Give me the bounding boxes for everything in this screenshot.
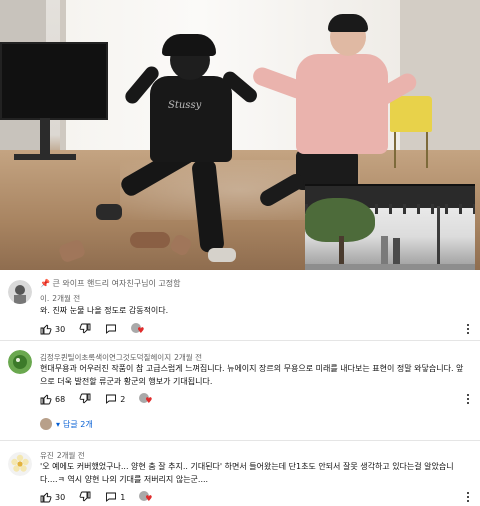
creator-heart-icon: ♥ bbox=[131, 323, 145, 335]
thumbs-up-icon[interactable] bbox=[40, 323, 52, 335]
thumbs-down-icon[interactable] bbox=[79, 393, 91, 405]
comment-actions: 30 1 ♥ bbox=[40, 490, 153, 504]
creator-heart-icon: ♥ bbox=[139, 393, 153, 405]
hoodie-logo: Stussy bbox=[168, 100, 202, 111]
chevron-down-icon: ▾ bbox=[56, 419, 61, 429]
reply-icon[interactable] bbox=[105, 491, 117, 503]
video-player[interactable]: Stussy bbox=[0, 0, 480, 270]
like-count: 30 bbox=[55, 324, 66, 334]
avatar[interactable] bbox=[8, 280, 32, 304]
reply-count: 1 bbox=[120, 492, 126, 502]
more-vert-icon[interactable] bbox=[464, 323, 472, 335]
person-figure bbox=[381, 236, 388, 264]
divider bbox=[0, 440, 480, 441]
avatar[interactable] bbox=[8, 350, 32, 374]
comment-author[interactable]: 이. bbox=[40, 294, 49, 303]
more-vert-icon[interactable] bbox=[464, 393, 472, 405]
avatar[interactable] bbox=[8, 452, 32, 476]
comment-actions: 68 2 ♥ bbox=[40, 392, 153, 406]
like-count: 30 bbox=[55, 492, 66, 502]
creator-heart-icon: ♥ bbox=[139, 491, 153, 503]
pinned-label: 📌 큰 와이프 핸드리 여자친구님이 고정함 bbox=[40, 279, 181, 288]
thumbs-up-icon[interactable] bbox=[40, 393, 52, 405]
thumbs-up-icon[interactable] bbox=[40, 491, 52, 503]
bucket-hat bbox=[162, 34, 216, 56]
reply-icon[interactable] bbox=[105, 393, 117, 405]
inset-video-frame bbox=[305, 184, 475, 270]
shoe-on-floor bbox=[130, 232, 170, 248]
comment-meta: 이. 2개월 전 bbox=[40, 293, 80, 304]
comment-author[interactable]: 유진 bbox=[40, 451, 54, 460]
dancer-black-hoodie bbox=[150, 76, 232, 162]
reply-icon[interactable] bbox=[105, 323, 117, 335]
comment-time[interactable]: 2개월 전 bbox=[52, 294, 80, 303]
comment-text: 와. 진짜 눈물 나올 정도로 감동적이다. bbox=[40, 306, 169, 315]
like-count: 68 bbox=[55, 394, 66, 404]
reply-count: 2 bbox=[120, 394, 126, 404]
yellow-chair bbox=[390, 96, 432, 132]
comment-text: '오 예에도 커버했었구나... 양현 춤 잘 추지.. 기대된다' 하면서 들… bbox=[40, 462, 454, 484]
more-vert-icon[interactable] bbox=[464, 491, 472, 503]
comment-text: 현대무용과 어우러진 작품이 참 고급스럽게 느껴집니다. 뉴에이지 장르의 무… bbox=[40, 364, 464, 386]
divider bbox=[0, 340, 480, 341]
tv-screen bbox=[0, 42, 108, 120]
reply-avatar bbox=[40, 418, 52, 430]
dancer-pink-hoodie bbox=[296, 54, 388, 154]
thumbs-down-icon[interactable] bbox=[79, 491, 91, 503]
comment-actions: 30 ♥ bbox=[40, 322, 145, 336]
thumbs-down-icon[interactable] bbox=[79, 323, 91, 335]
beanie bbox=[328, 14, 368, 32]
pin-icon: 📌 bbox=[40, 279, 50, 288]
replies-label: 답글 2개 bbox=[63, 419, 93, 429]
comment-time[interactable]: 2개월 전 bbox=[174, 353, 202, 362]
comment-author[interactable]: 김정우퀸틸이초록색이연그것도덕질헤이지 bbox=[40, 353, 171, 362]
person-figure bbox=[393, 238, 400, 264]
view-replies-button[interactable]: ▾ 답글 2개 bbox=[40, 418, 93, 430]
comment-time[interactable]: 2개월 전 bbox=[57, 451, 85, 460]
